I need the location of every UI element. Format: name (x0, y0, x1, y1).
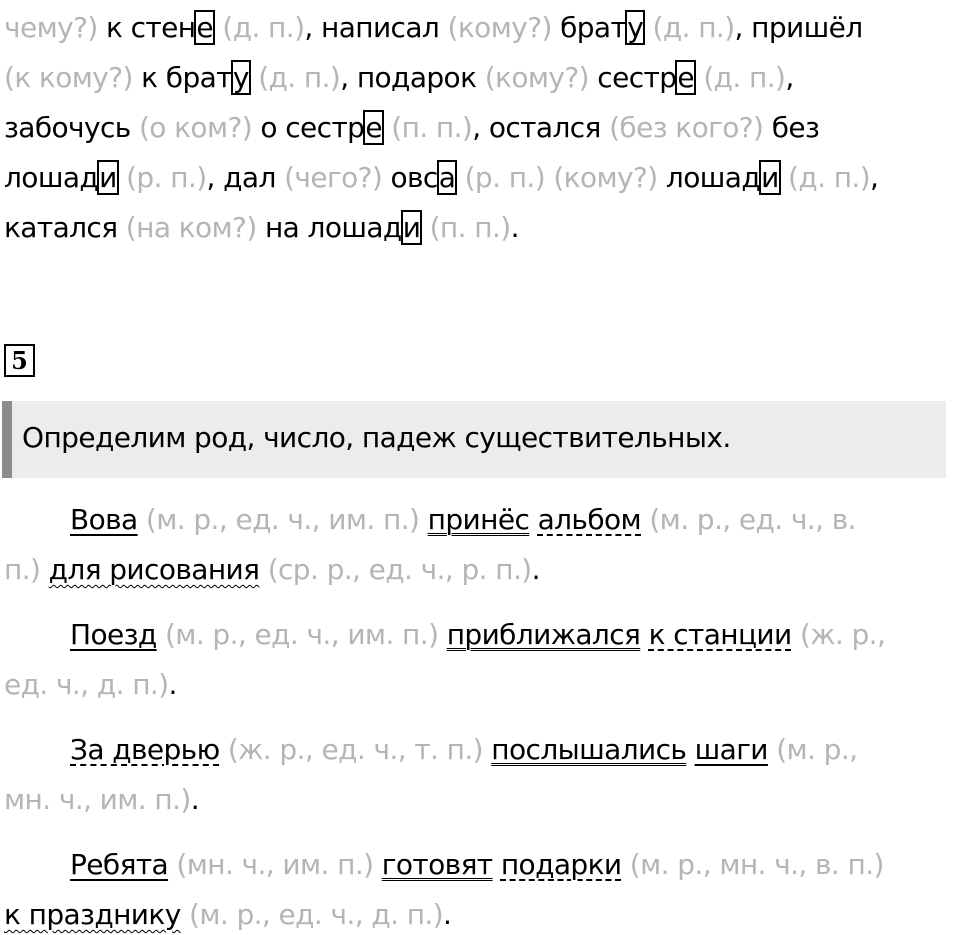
phrase: , пришёл (734, 11, 864, 44)
sentence-1-line-1: Вова (м. р., ед. ч., им. п.) принёс альб… (70, 503, 857, 537)
ending-box: у (625, 10, 646, 45)
question-hint: (кому?) (553, 161, 658, 194)
grammar-note: (ж. р., ед. ч., т. п.) (227, 733, 484, 766)
text-line-5: катался (на ком?) на лошади (п. п.). (4, 210, 520, 245)
question-hint: чему?) (4, 11, 98, 44)
phrase: брат (560, 11, 627, 44)
phrase: лошад (665, 161, 761, 194)
punctuation: , (785, 61, 794, 94)
adverbial: За дверью (70, 733, 220, 766)
task-number: 5 (4, 344, 35, 377)
ending-box: а (436, 160, 458, 195)
punctuation: . (168, 668, 178, 701)
phrase: сестр (597, 61, 677, 94)
case-hint: (д. п.) (788, 161, 871, 194)
phrase: , остался (472, 111, 601, 144)
subject: шаги (694, 733, 769, 766)
grammar-note: (м. р., (776, 733, 858, 766)
sentence-3-line-2: мн. ч., им. п.). (4, 783, 200, 817)
phrase: забочусь (4, 111, 131, 144)
attribute: для рисования (48, 553, 260, 586)
grammar-note: ед. ч., д. п.) (4, 668, 169, 701)
grammar-note: (ср. р., ед. ч., р. п.) (267, 553, 533, 586)
grammar-note: мн. ч., им. п.) (4, 783, 191, 816)
sentence-3-line-1: За дверью (ж. р., ед. ч., т. п.) послыша… (70, 733, 858, 767)
predicate: принёс (427, 503, 530, 536)
subject: Ребята (70, 848, 169, 881)
ending-box: е (194, 10, 216, 45)
subject: Вова (70, 503, 138, 536)
ending-box: и (759, 160, 781, 195)
predicate: готовят (381, 848, 493, 881)
instruction-text: Определим род, число, падеж существитель… (22, 421, 731, 454)
question-hint: (на ком?) (125, 211, 257, 244)
instruction-banner: Определим род, число, падеж существитель… (2, 401, 946, 478)
phrase: , подарок (340, 61, 477, 94)
ending-box: е (363, 110, 384, 145)
ending-box: е (675, 60, 697, 95)
case-hint: (р. п.) (464, 161, 546, 194)
case-hint: (р. п.) (126, 161, 207, 194)
subject: Поезд (70, 618, 157, 651)
grammar-note: (м. р., ед. ч., д. п.) (189, 898, 444, 931)
question-hint: (кому?) (447, 11, 553, 44)
grammar-note: (м. р., ед. ч., им. п.) (145, 503, 420, 536)
phrase: катался (4, 211, 118, 244)
sentence-4-line-2: к празднику (м. р., ед. ч., д. п.). (4, 898, 452, 932)
question-hint: (чего?) (284, 161, 383, 194)
ending-box: и (97, 160, 119, 195)
object: подарки (500, 848, 622, 881)
sentence-2-line-1: Поезд (м. р., ед. ч., им. п.) приближалс… (70, 618, 886, 652)
question-hint: (кому?) (484, 61, 590, 94)
grammar-note: (м. р., ед. ч., в. (649, 503, 856, 536)
adverbial: к празднику (4, 898, 181, 931)
case-hint: (п. п.) (391, 111, 473, 144)
question-hint: (к кому?) (4, 61, 133, 94)
document-page: чему?) к стене (д. п.), написал (кому?) … (0, 0, 960, 935)
sentence-1-line-2: п.) для рисования (ср. р., ед. ч., р. п.… (4, 553, 541, 587)
phrase: , дал (206, 161, 277, 194)
ending-box: и (400, 210, 423, 245)
phrase: овс (390, 161, 439, 194)
question-hint: (без кого?) (609, 111, 764, 144)
grammar-note: (м. р., мн. ч., в. п.) (629, 848, 885, 881)
question-hint: (о ком?) (138, 111, 253, 144)
punctuation: . (443, 898, 452, 931)
text-line-1: чему?) к стене (д. п.), написал (кому?) … (4, 10, 864, 45)
punctuation: . (531, 553, 541, 586)
grammar-note: п.) (4, 553, 41, 586)
ending-box: у (230, 60, 251, 95)
predicate: приближался (446, 618, 641, 651)
case-hint: (д. п.) (258, 61, 341, 94)
phrase: , написал (304, 11, 440, 44)
text-line-2: (к кому?) к брату (д. п.), подарок (кому… (4, 60, 794, 95)
case-hint: (п. п.) (429, 211, 512, 244)
punctuation: , (870, 161, 879, 194)
predicate: послышались (491, 733, 687, 766)
phrase: на лошад (264, 211, 402, 244)
phrase: лошад (4, 161, 99, 194)
punctuation: . (510, 211, 520, 244)
sentence-2-line-2: ед. ч., д. п.). (4, 668, 177, 702)
phrase: к стен (105, 11, 196, 44)
phrase: без (771, 111, 820, 144)
punctuation: . (190, 783, 200, 816)
grammar-note: (ж. р., (799, 618, 886, 651)
adverbial: к станции (648, 618, 793, 651)
case-hint: (д. п.) (703, 61, 786, 94)
sentence-4-line-1: Ребята (мн. ч., им. п.) готовят подарки … (70, 848, 884, 882)
case-hint: (д. п.) (222, 11, 305, 44)
grammar-note: (м. р., ед. ч., им. п.) (164, 618, 439, 651)
phrase: о сестр (260, 111, 365, 144)
case-hint: (д. п.) (652, 11, 736, 44)
text-line-3: забочусь (о ком?) о сестре (п. п.), оста… (4, 110, 820, 145)
phrase: к брат (141, 61, 232, 94)
object: альбом (537, 503, 642, 536)
text-line-4: лошади (р. п.), дал (чего?) овса (р. п.)… (4, 160, 879, 195)
grammar-note: (мн. ч., им. п.) (176, 848, 374, 881)
